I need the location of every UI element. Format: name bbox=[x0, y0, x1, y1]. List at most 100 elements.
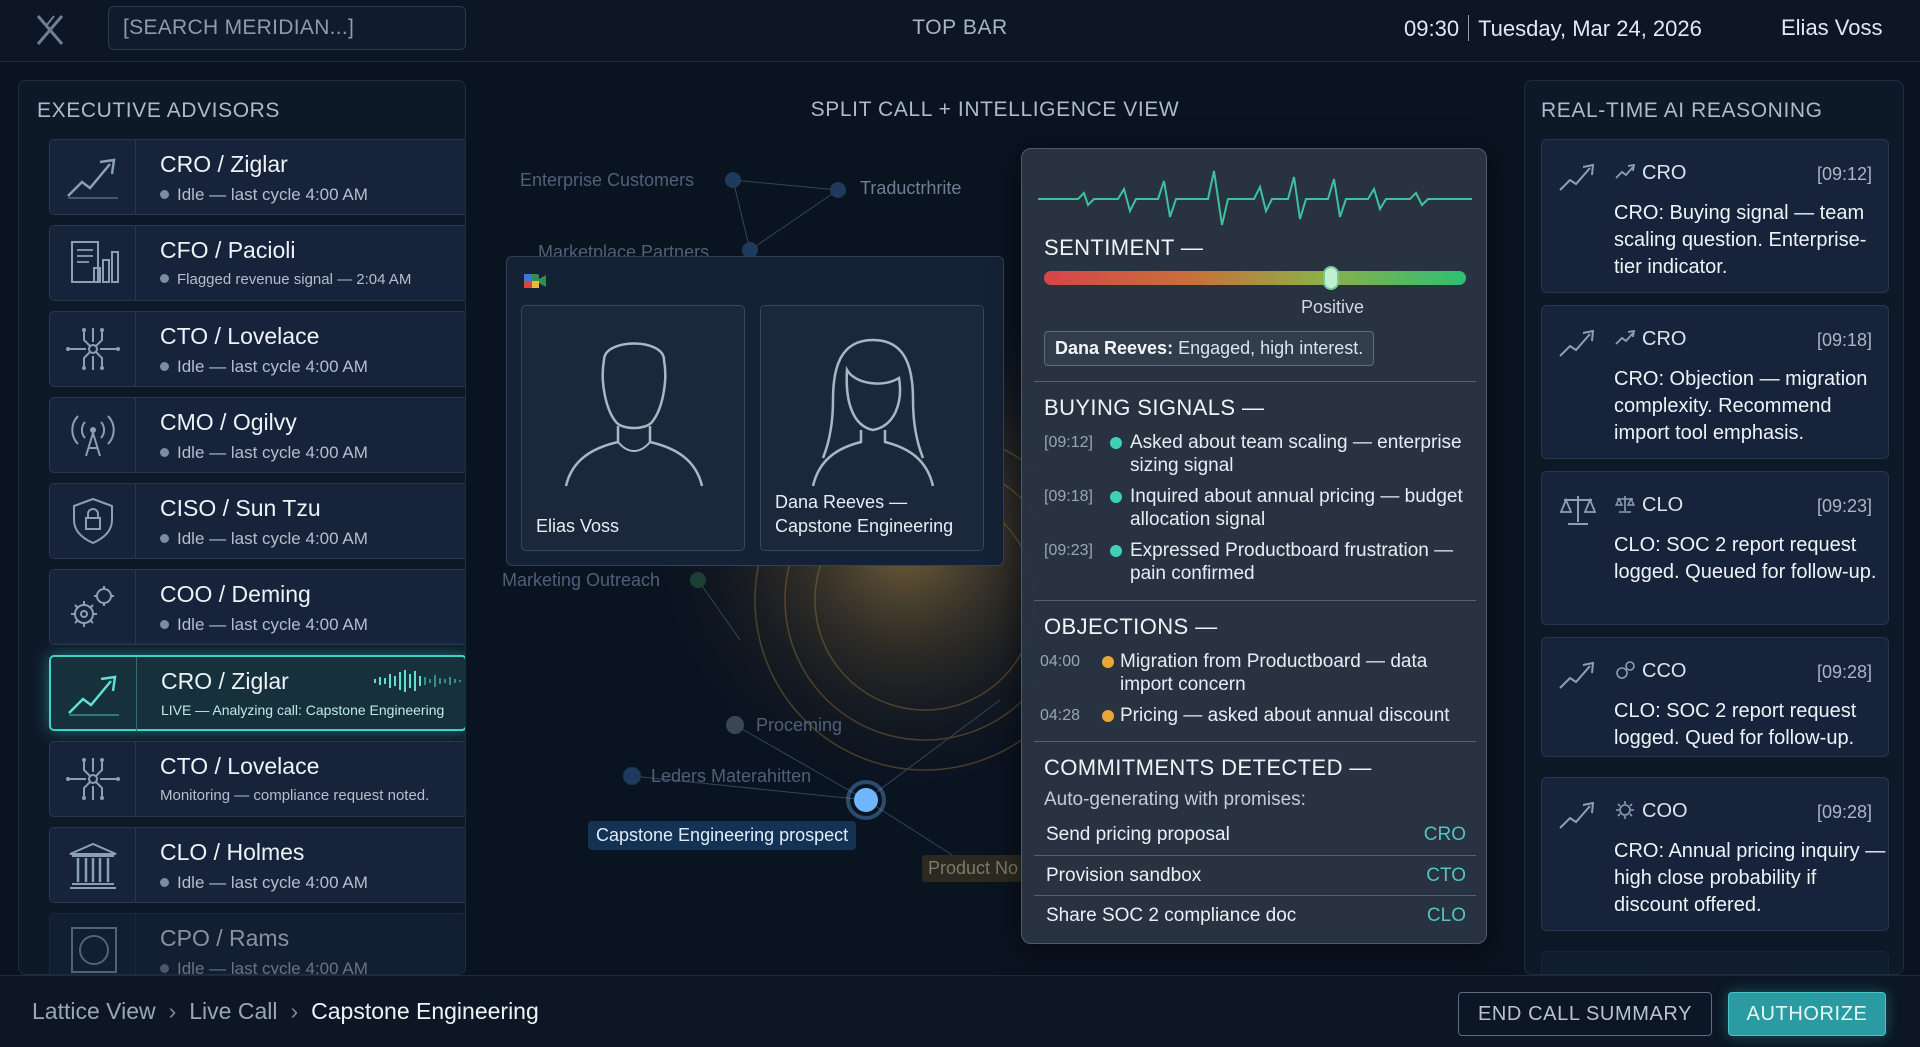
participant-tile-dana[interactable]: Dana Reeves — Capstone Engineering bbox=[760, 305, 984, 551]
clock: 09:30 Tuesday, Mar 24, 2026 bbox=[1404, 15, 1702, 42]
advisor-card-ciso[interactable]: CISO / Sun Tzu Idle — last cycle 4:00 AM bbox=[49, 483, 465, 559]
reasoning-card[interactable]: CRO [09:12] CRO: Buying signal — team sc… bbox=[1541, 139, 1889, 293]
status-dot bbox=[160, 362, 169, 371]
reasoning-card[interactable]: CCO [09:28] CLO: SOC 2 report request lo… bbox=[1541, 637, 1889, 757]
trend-up-icon bbox=[1559, 801, 1595, 829]
graph-label[interactable]: Proceming bbox=[756, 715, 842, 736]
advisor-card-cpo[interactable]: CPO / Rams Idle — last cycle 4:00 AM bbox=[49, 913, 465, 975]
advisor-status-text: Idle — last cycle 4:00 AM bbox=[177, 443, 368, 462]
advisor-card-clo[interactable]: CLO / Holmes Idle — last cycle 4:00 AM bbox=[49, 827, 465, 903]
authorize-button[interactable]: AUTHORIZE bbox=[1728, 992, 1886, 1036]
advisor-card-cfo[interactable]: CFO / Pacioli Flagged revenue signal — 2… bbox=[49, 225, 465, 301]
trend-up-icon bbox=[66, 158, 118, 199]
graph-label[interactable]: Leders Materahitten bbox=[651, 766, 811, 787]
commitment-owner: CTO bbox=[1426, 865, 1466, 886]
advisor-card-cro-live[interactable]: CRO / Ziglar LIVE — Analyzing call: Caps… bbox=[49, 655, 465, 731]
graph-label[interactable]: Marketing Outreach bbox=[502, 570, 660, 591]
breadcrumb: Lattice View › Live Call › Capstone Engineer… bbox=[32, 998, 539, 1025]
status-dot bbox=[160, 448, 169, 457]
advisor-card-coo[interactable]: COO / Deming Idle — last cycle 4:00 AM bbox=[49, 569, 465, 645]
end-call-summary-button[interactable]: END CALL SUMMARY bbox=[1458, 992, 1712, 1036]
advisor-name: CISO / Sun Tzu bbox=[160, 495, 321, 521]
advisor-name: CTO / Lovelace bbox=[160, 753, 320, 779]
advisor-card-cto[interactable]: CTO / Lovelace Idle — last cycle 4:00 AM bbox=[49, 311, 465, 387]
reasoning-panel-title: REAL-TIME AI REASONING bbox=[1541, 99, 1823, 122]
circuit-icon bbox=[65, 758, 120, 800]
sentiment-waveform-icon bbox=[1038, 170, 1472, 226]
shield-lock-icon bbox=[72, 497, 113, 545]
reasoning-agent: CLO bbox=[1614, 494, 1683, 517]
advisor-status-text: Idle — last cycle 4:00 AM bbox=[177, 529, 368, 548]
reasoning-agent: CCO bbox=[1614, 660, 1686, 683]
advisor-card-cro[interactable]: CRO / Ziglar Idle — last cycle 4:00 AM bbox=[49, 139, 465, 215]
graph-node[interactable] bbox=[830, 182, 846, 198]
reasoning-card[interactable]: CLO [09:23] CLO: SOC 2 report request lo… bbox=[1541, 471, 1889, 625]
trend-up-icon bbox=[1559, 661, 1595, 689]
ledger-chart-icon bbox=[70, 241, 119, 283]
section-divider bbox=[1034, 381, 1476, 382]
agent-badge-icon bbox=[1615, 329, 1636, 345]
meet-app-icon[interactable] bbox=[523, 271, 547, 291]
quote-speaker: Dana Reeves: bbox=[1055, 338, 1174, 358]
graph-node-prospect[interactable] bbox=[854, 788, 878, 812]
reasoning-message: CLO: SOC 2 report request logged. Qued f… bbox=[1614, 700, 1857, 749]
reasoning-message: CRO: Objection — migration complexity. R… bbox=[1614, 368, 1868, 444]
graph-label[interactable]: Traductrhrite bbox=[860, 178, 961, 199]
graph-label[interactable]: Product No bbox=[922, 855, 1025, 882]
graph-node[interactable] bbox=[690, 572, 706, 588]
signal-time: [09:23] bbox=[1044, 542, 1093, 559]
reasoning-agent-label: CLO bbox=[1642, 494, 1684, 516]
signal-dot bbox=[1110, 437, 1122, 449]
graph-label-prospect[interactable]: Capstone Engineering prospect bbox=[588, 821, 857, 850]
gears-icon bbox=[70, 586, 114, 627]
advisor-status-text: Idle — last cycle 4:00 AM bbox=[177, 185, 368, 204]
commitment-row[interactable]: Share SOC 2 compliance doc CLO bbox=[1034, 895, 1476, 935]
graph-node[interactable] bbox=[623, 767, 641, 785]
center-view-title: SPLIT CALL + INTELLIGENCE VIEW bbox=[810, 98, 1180, 121]
advisor-status: Idle — last cycle 4:00 AM bbox=[160, 529, 368, 549]
status-dot bbox=[160, 274, 169, 283]
reasoning-card[interactable]: COO [09:28] CRO: Annual pricing inquiry … bbox=[1541, 777, 1889, 931]
sentiment-title: SENTIMENT — bbox=[1044, 235, 1204, 260]
advisor-card-cmo[interactable]: CMO / Ogilvy Idle — last cycle 4:00 AM bbox=[49, 397, 465, 473]
commitment-text: Send pricing proposal bbox=[1046, 824, 1230, 845]
advisor-status: Idle — last cycle 4:00 AM bbox=[160, 357, 368, 377]
ai-reasoning-panel: REAL-TIME AI REASONING CRO [09:12] CRO: … bbox=[1524, 80, 1904, 975]
advisor-name: CMO / Ogilvy bbox=[160, 409, 297, 435]
advisor-name: CTO / Lovelace bbox=[160, 323, 320, 349]
reasoning-message: CLO: SOC 2 report request logged. Queued… bbox=[1614, 534, 1877, 583]
reasoning-agent-label: COO bbox=[1642, 800, 1688, 822]
meridian-logo-icon[interactable] bbox=[32, 12, 68, 48]
objection-time: 04:00 bbox=[1040, 653, 1081, 670]
sentiment-knob[interactable] bbox=[1322, 266, 1339, 290]
sentiment-label: Positive bbox=[1300, 297, 1364, 317]
intelligence-card: SENTIMENT — Positive Dana Reeves: Engage… bbox=[1021, 148, 1487, 944]
reasoning-card-partial[interactable] bbox=[1541, 951, 1889, 974]
reasoning-agent: CRO bbox=[1614, 162, 1686, 185]
advisor-name: COO / Deming bbox=[160, 581, 311, 607]
graph-node[interactable] bbox=[725, 172, 741, 188]
reasoning-card[interactable]: CRO [09:18] CRO: Objection — migration c… bbox=[1541, 305, 1889, 459]
advisor-card-cto-monitoring[interactable]: CTO / Lovelace Monitoring — compliance r… bbox=[49, 741, 465, 817]
user-name[interactable]: Elias Voss bbox=[1781, 15, 1883, 41]
participant-tile-elias[interactable]: Elias Voss bbox=[521, 305, 745, 551]
graph-label[interactable]: Enterprise Customers bbox=[520, 170, 694, 191]
circuit-icon bbox=[65, 328, 120, 370]
advisor-name: CPO / Rams bbox=[160, 925, 290, 951]
commitment-row[interactable]: Send pricing proposal CRO bbox=[1034, 815, 1476, 855]
advisor-status-text: Idle — last cycle 4:00 AM bbox=[177, 959, 368, 975]
objections-title: OBJECTIONS — bbox=[1044, 614, 1218, 639]
breadcrumb-item-lattice-view[interactable]: Lattice View bbox=[32, 998, 156, 1024]
reasoning-agent: COO bbox=[1614, 800, 1688, 823]
breadcrumb-item-live-call[interactable]: Live Call bbox=[189, 998, 277, 1024]
sentiment-meter bbox=[1044, 266, 1466, 290]
participant-org: Capstone Engineering bbox=[775, 516, 954, 536]
chevron-right-icon: › bbox=[290, 998, 299, 1024]
male-avatar-icon bbox=[564, 342, 704, 487]
search-input[interactable] bbox=[108, 6, 466, 50]
female-avatar-icon bbox=[811, 338, 935, 487]
advisor-name: CRO / Ziglar bbox=[160, 151, 288, 177]
graph-node[interactable] bbox=[726, 716, 744, 734]
agent-badge-icon bbox=[1615, 163, 1636, 179]
commitment-row[interactable]: Provision sandbox CTO bbox=[1034, 855, 1476, 895]
